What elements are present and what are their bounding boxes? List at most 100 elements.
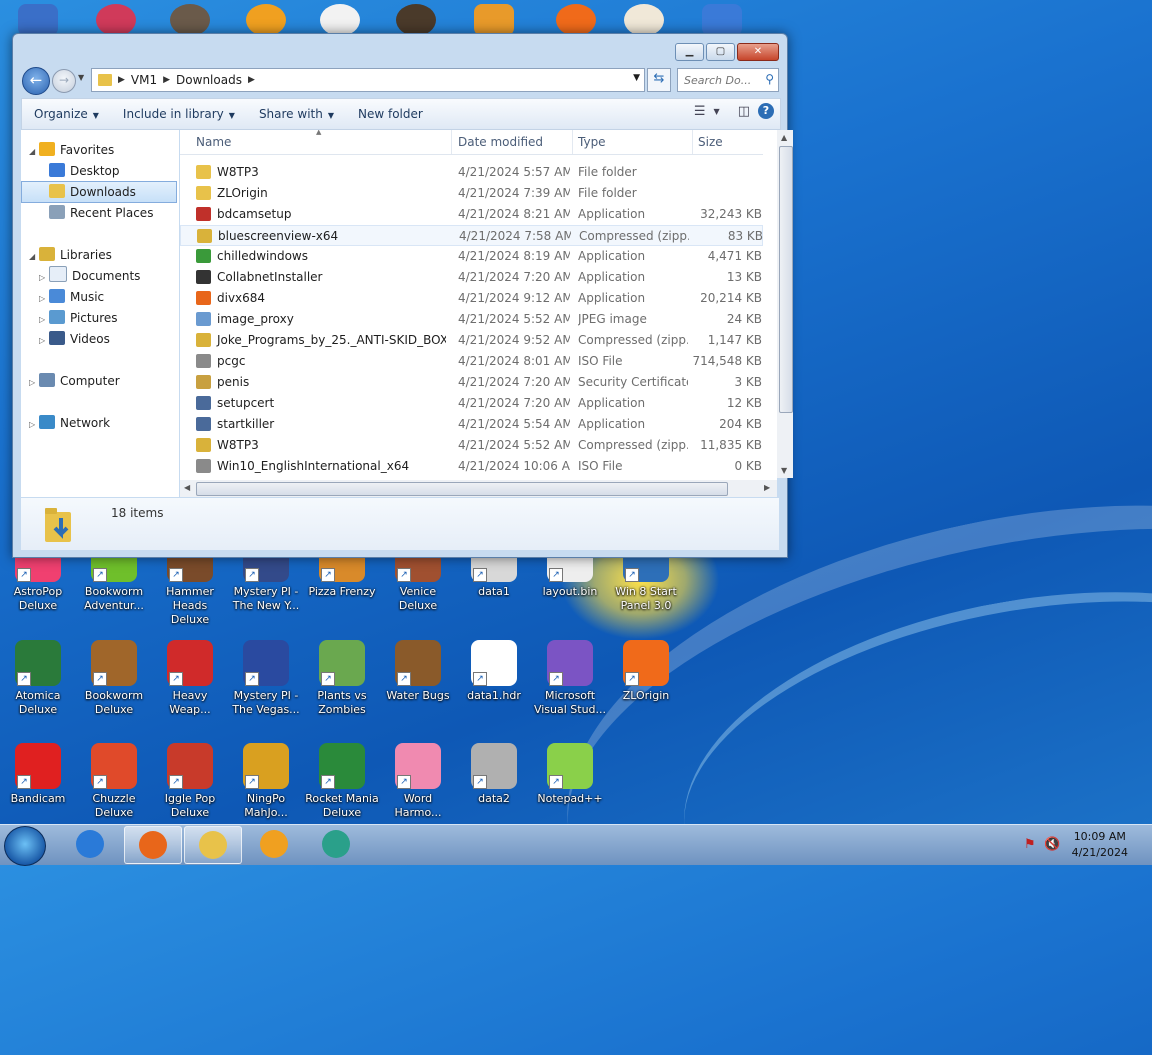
speaker-muted-icon[interactable]: 🔇 bbox=[1044, 837, 1060, 852]
table-row[interactable]: Joke_Programs_by_25._ANTI-SKID_BOXES 4/21… bbox=[180, 330, 763, 351]
search-icon[interactable]: ⚲ bbox=[765, 72, 774, 86]
nav-documents[interactable]: ▷ Documents bbox=[39, 266, 140, 286]
desktop-icon-top-8[interactable] bbox=[556, 4, 596, 36]
desktop-icon-ningpo[interactable]: ↗ NingPo MahJo... bbox=[228, 743, 304, 820]
scroll-right-icon[interactable]: ▶ bbox=[764, 483, 770, 492]
desktop-icon-bookworm[interactable]: ↗ Bookworm Deluxe bbox=[76, 640, 152, 717]
chevron-down-icon[interactable]: ▼ bbox=[714, 107, 720, 116]
expand-icon[interactable]: ▷ bbox=[39, 331, 49, 351]
share-with-button[interactable]: Share with ▼ bbox=[247, 107, 346, 121]
expand-icon[interactable]: ▷ bbox=[39, 268, 49, 288]
desktop-icon-top-7[interactable] bbox=[474, 4, 514, 36]
expand-icon[interactable]: ◢ bbox=[29, 247, 39, 267]
organize-button[interactable]: Organize ▼ bbox=[22, 107, 111, 121]
desktop-icon-top-5[interactable] bbox=[320, 4, 360, 36]
refresh-button[interactable]: ⇆ bbox=[647, 68, 671, 92]
table-row[interactable]: W8TP3 4/21/2024 5:52 AM Compressed (zipp..… bbox=[180, 435, 763, 456]
desktop-icon-bandicam[interactable]: ↗ Bandicam bbox=[0, 743, 76, 806]
include-in-library-button[interactable]: Include in library ▼ bbox=[111, 107, 247, 121]
taskbar-button-media[interactable] bbox=[246, 826, 302, 862]
nav-desktop[interactable]: Desktop bbox=[49, 161, 120, 181]
table-row[interactable]: ZLOrigin 4/21/2024 7:39 AM File folder bbox=[180, 183, 763, 204]
explorer-window[interactable]: ▁ ▢ ✕ ← → ▼ ▶ VM1 ▶ Downloads ▶ ▼ ⇆ ⚲ Or… bbox=[12, 33, 793, 558]
nav-videos[interactable]: ▷ Videos bbox=[39, 329, 110, 349]
nav-libraries[interactable]: ◢ Libraries bbox=[29, 245, 112, 265]
desktop-icon-top-1[interactable] bbox=[18, 4, 58, 36]
desktop-icon-top-3[interactable] bbox=[170, 4, 210, 36]
table-row[interactable]: divx684 4/21/2024 9:12 AM Application 20,21… bbox=[180, 288, 763, 309]
new-folder-button[interactable]: New folder bbox=[346, 107, 435, 121]
table-row[interactable]: pcgc 4/21/2024 8:01 AM ISO File 714,548 KB bbox=[180, 351, 763, 372]
horizontal-scroll-thumb[interactable] bbox=[196, 482, 728, 496]
chevron-right-icon[interactable]: ▶ bbox=[248, 75, 255, 85]
scroll-up-icon[interactable]: ▲ bbox=[781, 133, 787, 142]
nav-downloads[interactable]: Downloads bbox=[21, 181, 177, 203]
table-row[interactable]: Win10_EnglishInternational_x64 4/21/2024 … bbox=[180, 456, 763, 477]
chevron-right-icon[interactable]: ▶ bbox=[163, 75, 170, 85]
vertical-scroll-thumb[interactable] bbox=[779, 146, 793, 413]
scroll-down-icon[interactable]: ▼ bbox=[781, 466, 787, 475]
desktop-icon-top-4[interactable] bbox=[246, 4, 286, 36]
chevron-right-icon[interactable]: ▶ bbox=[118, 75, 125, 85]
desktop-icon-top-10[interactable] bbox=[702, 4, 742, 36]
table-row[interactable]: penis 4/21/2024 7:20 AM Security Certifica… bbox=[180, 372, 763, 393]
help-icon[interactable]: ? bbox=[758, 103, 774, 119]
action-center-flag-icon[interactable]: ⚑ bbox=[1024, 837, 1036, 852]
desktop-icon-data2[interactable]: ↗ data2 bbox=[456, 743, 532, 806]
expand-icon[interactable]: ▷ bbox=[29, 373, 39, 393]
start-button[interactable] bbox=[4, 826, 46, 866]
expand-icon[interactable]: ◢ bbox=[29, 142, 39, 162]
taskbar-button-ie[interactable] bbox=[62, 826, 118, 862]
nav-computer[interactable]: ▷ Computer bbox=[29, 371, 120, 391]
desktop-icon-data1hdr[interactable]: ↗ data1.hdr bbox=[456, 640, 532, 703]
expand-icon[interactable]: ▷ bbox=[39, 289, 49, 309]
history-dropdown-icon[interactable]: ▼ bbox=[78, 73, 84, 82]
table-row[interactable]: image_proxy 4/21/2024 5:52 AM JPEG image 24… bbox=[180, 309, 763, 330]
view-options-icon[interactable]: ☰ bbox=[694, 104, 706, 119]
taskbar-button-app5[interactable] bbox=[308, 826, 364, 862]
column-type[interactable]: Type bbox=[572, 130, 693, 154]
table-row[interactable]: bdcamsetup 4/21/2024 8:21 AM Application 32… bbox=[180, 204, 763, 225]
column-date-modified[interactable]: Date modified bbox=[452, 130, 573, 154]
nav-favorites[interactable]: ◢ Favorites bbox=[29, 140, 114, 160]
expand-icon[interactable]: ▷ bbox=[39, 310, 49, 330]
desktop-icon-waterbugs[interactable]: ↗ Water Bugs bbox=[380, 640, 456, 703]
table-row[interactable]: chilledwindows 4/21/2024 8:19 AM Applicati… bbox=[180, 246, 763, 267]
search-input[interactable] bbox=[682, 69, 762, 91]
desktop-icon-top-9[interactable] bbox=[624, 4, 664, 36]
desktop-icon-top-2[interactable] bbox=[96, 4, 136, 36]
scroll-left-icon[interactable]: ◀ bbox=[184, 483, 190, 492]
nav-music[interactable]: ▷ Music bbox=[39, 287, 104, 307]
preview-pane-icon[interactable]: ◫ bbox=[738, 104, 750, 119]
desktop-icon-top-6[interactable] bbox=[396, 4, 436, 36]
back-button[interactable]: ← bbox=[22, 67, 50, 95]
maximize-button[interactable]: ▢ bbox=[706, 43, 735, 61]
column-size[interactable]: Size bbox=[692, 130, 762, 154]
address-bar[interactable]: ▶ VM1 ▶ Downloads ▶ ▼ bbox=[91, 68, 645, 92]
breadcrumb-downloads[interactable]: Downloads bbox=[176, 73, 242, 87]
table-row[interactable]: setupcert 4/21/2024 7:20 AM Application 12 … bbox=[180, 393, 763, 414]
nav-recent-places[interactable]: Recent Places bbox=[49, 203, 153, 223]
desktop-icon-zlorigin[interactable]: ↗ ZLOrigin bbox=[608, 640, 684, 703]
desktop-icon-chuzzle[interactable]: ↗ Chuzzle Deluxe bbox=[76, 743, 152, 820]
desktop-icon-mystery-vegas[interactable]: ↗ Mystery PI - The Vegas... bbox=[228, 640, 304, 717]
column-name[interactable]: Name bbox=[190, 130, 452, 154]
expand-icon[interactable]: ▷ bbox=[29, 415, 39, 435]
forward-button[interactable]: → bbox=[52, 69, 76, 93]
address-dropdown-icon[interactable]: ▼ bbox=[633, 73, 640, 83]
breadcrumb-vm1[interactable]: VM1 bbox=[131, 73, 157, 87]
search-box[interactable]: ⚲ bbox=[677, 68, 779, 92]
desktop-icon-heavy[interactable]: ↗ Heavy Weap... bbox=[152, 640, 228, 717]
minimize-button[interactable]: ▁ bbox=[675, 43, 704, 61]
desktop-icon-iggle[interactable]: ↗ Iggle Pop Deluxe bbox=[152, 743, 228, 820]
clock[interactable]: 10:09 AM 4/21/2024 bbox=[1072, 829, 1128, 861]
table-row[interactable]: CollabnetInstaller 4/21/2024 7:20 AM Appli… bbox=[180, 267, 763, 288]
horizontal-scrollbar[interactable]: ◀ ▶ bbox=[180, 480, 777, 497]
vertical-scrollbar[interactable]: ▲ ▼ bbox=[777, 130, 793, 478]
nav-network[interactable]: ▷ Network bbox=[29, 413, 110, 433]
taskbar-button-explorer[interactable] bbox=[184, 826, 242, 864]
desktop-icon-word[interactable]: ↗ Word Harmo... bbox=[380, 743, 456, 820]
nav-pictures[interactable]: ▷ Pictures bbox=[39, 308, 118, 328]
desktop-icon-pvz[interactable]: ↗ Plants vs Zombies bbox=[304, 640, 380, 717]
close-button[interactable]: ✕ bbox=[737, 43, 779, 61]
